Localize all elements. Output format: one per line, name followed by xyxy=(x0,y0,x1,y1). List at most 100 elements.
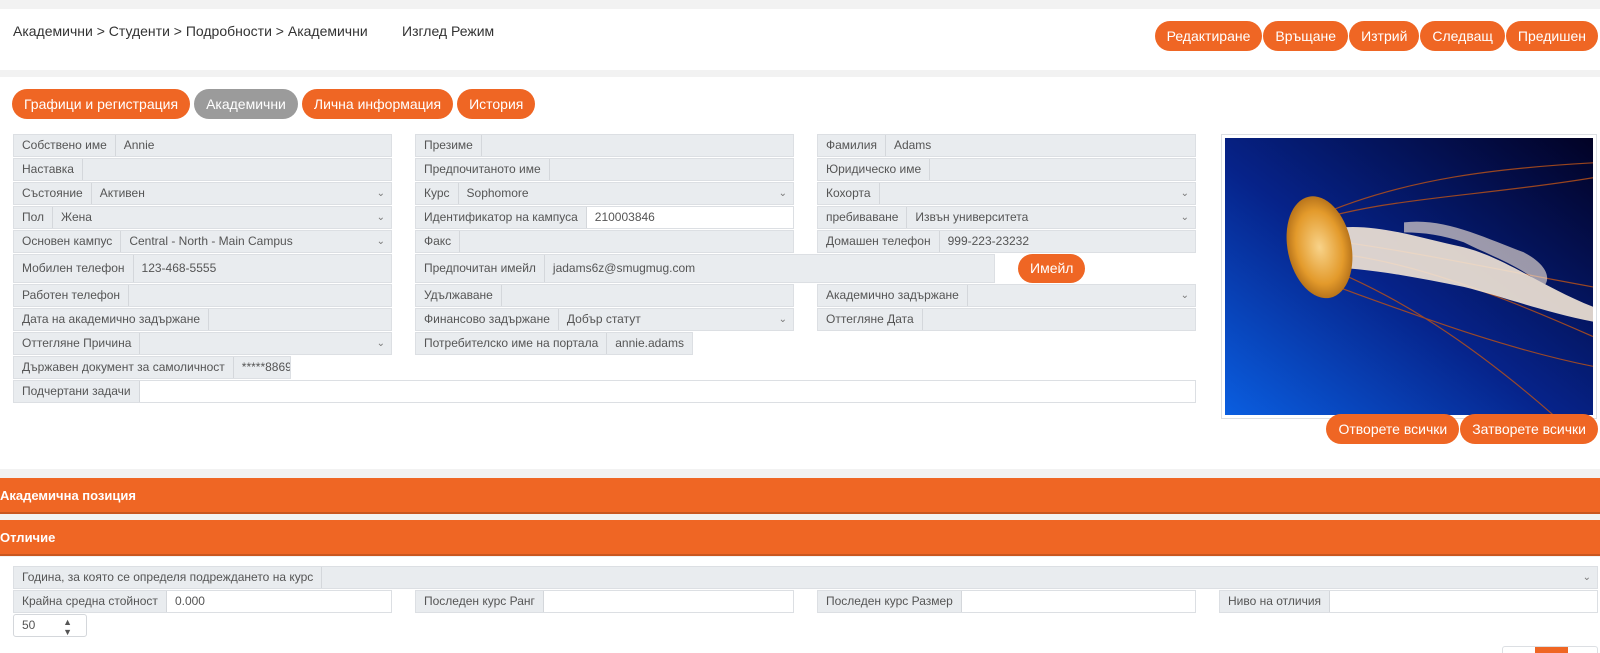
extension-field[interactable]: Удължаване xyxy=(415,284,794,307)
home-phone-value[interactable]: 999-223-23232 xyxy=(939,231,1195,252)
campus-id-field[interactable]: Идентификатор на кампуса 210003846 xyxy=(415,206,794,229)
academic-hold-date-field[interactable]: Дата на академично задържане xyxy=(13,308,392,331)
chevron-down-icon[interactable]: ⌄ xyxy=(377,333,385,354)
course-year-select[interactable]: Курс Sophomore ⌄ xyxy=(415,182,794,205)
withdraw-reason-select[interactable]: Оттегляне Причина ⌄ xyxy=(13,332,392,355)
chevron-down-icon[interactable]: ⌄ xyxy=(377,207,385,228)
residence-value[interactable]: Извън университета ⌄ xyxy=(907,207,1195,228)
withdraw-reason-value[interactable]: ⌄ xyxy=(140,333,391,354)
first-name-value[interactable]: Annie xyxy=(115,135,391,156)
portal-username-field[interactable]: Потребителско име на портала annie.adams xyxy=(415,332,693,355)
status-value[interactable]: Активен ⌄ xyxy=(91,183,391,204)
final-gpa-field[interactable]: Крайна средна стойност 0.000 xyxy=(13,590,392,613)
rank-year-select[interactable]: Година, за която се определя подрежданет… xyxy=(13,566,1598,589)
legal-name-field[interactable]: Юридическо име xyxy=(817,158,1196,181)
back-button[interactable]: Връщане xyxy=(1263,21,1349,51)
legal-name-value[interactable] xyxy=(930,159,1195,180)
pagination[interactable] xyxy=(1502,646,1598,653)
chevron-down-icon[interactable]: ⌄ xyxy=(1181,207,1189,228)
campus-select[interactable]: Основен кампус Central - North - Main Ca… xyxy=(13,230,392,253)
mobile-phone-value[interactable]: 123-468-5555 xyxy=(133,255,391,282)
chevron-down-icon[interactable]: ⌄ xyxy=(1583,567,1591,588)
flagged-tasks-field[interactable]: Подчертани задачи xyxy=(13,380,1196,403)
tab-schedules-registration[interactable]: Графици и регистрация xyxy=(12,89,191,119)
first-name-field[interactable]: Собствено име Annie xyxy=(13,134,392,157)
middle-name-field[interactable]: Презиме xyxy=(415,134,794,157)
flagged-tasks-label: Подчертани задачи xyxy=(14,381,140,402)
status-select[interactable]: Състояние Активен ⌄ xyxy=(13,182,392,205)
fax-field[interactable]: Факс xyxy=(415,230,794,253)
chevron-down-icon[interactable]: ⌄ xyxy=(377,231,385,252)
delete-button[interactable]: Изтрий xyxy=(1349,21,1420,51)
mobile-phone-label: Мобилен телефон xyxy=(14,255,134,282)
withdraw-date-value[interactable] xyxy=(922,309,1195,330)
page-size-value: 50 xyxy=(22,618,36,632)
gov-id-field[interactable]: Държавен документ за самоличност *****88… xyxy=(13,356,291,379)
page-size-stepper[interactable]: 50 ▲ ▼ xyxy=(13,614,87,637)
work-phone-value[interactable] xyxy=(129,285,391,306)
preferred-email-value[interactable]: jadams6z@smugmug.com xyxy=(544,255,994,282)
last-name-value[interactable]: Adams xyxy=(885,135,1195,156)
final-gpa-value[interactable]: 0.000 xyxy=(166,591,391,612)
expand-all-button[interactable]: Отворете всички xyxy=(1326,414,1460,444)
withdraw-date-field[interactable]: Оттегляне Дата xyxy=(817,308,1196,331)
cohort-label: Кохорта xyxy=(818,183,880,204)
pagination-active-page[interactable] xyxy=(1535,647,1568,653)
distinction-level-value[interactable] xyxy=(1330,591,1597,612)
chevron-down-icon[interactable]: ⌄ xyxy=(779,309,787,330)
preferred-name-field[interactable]: Предпочитаното име xyxy=(415,158,794,181)
breadcrumb[interactable]: Академични > Студенти > Подробности > Ак… xyxy=(13,23,368,39)
chevron-down-icon[interactable]: ⌄ xyxy=(1181,183,1189,204)
home-phone-field[interactable]: Домашен телефон 999-223-23232 xyxy=(817,230,1196,253)
up-down-arrows-icon[interactable]: ▲ ▼ xyxy=(63,615,72,637)
academic-hold-date-value[interactable] xyxy=(209,309,391,330)
middle-name-value[interactable] xyxy=(481,135,793,156)
edit-button[interactable]: Редактиране xyxy=(1154,21,1263,51)
fax-value[interactable] xyxy=(460,231,793,252)
last-size-field[interactable]: Последен курс Размер xyxy=(817,590,1196,613)
last-rank-value[interactable] xyxy=(543,591,793,612)
gender-value[interactable]: Жена ⌄ xyxy=(53,207,391,228)
last-rank-label: Последен курс Ранг xyxy=(416,591,544,612)
preferred-email-field[interactable]: Предпочитан имейл jadams6z@smugmug.com xyxy=(415,254,995,283)
campus-value[interactable]: Central - North - Main Campus ⌄ xyxy=(121,231,391,252)
residence-select[interactable]: пребиваване Извън университета ⌄ xyxy=(817,206,1196,229)
suffix-field[interactable]: Наставка xyxy=(13,158,392,181)
academic-hold-select[interactable]: Академично задържане ⌄ xyxy=(817,284,1196,307)
financial-hold-value[interactable]: Добър статут ⌄ xyxy=(558,309,793,330)
academic-hold-value[interactable]: ⌄ xyxy=(967,285,1195,306)
fax-label: Факс xyxy=(416,231,461,252)
tab-academic[interactable]: Академични xyxy=(194,89,298,119)
tab-bar: Графици и регистрация Академични Лична и… xyxy=(12,89,536,119)
last-name-field[interactable]: Фамилия Adams xyxy=(817,134,1196,157)
tab-history[interactable]: История xyxy=(457,89,536,119)
mobile-phone-field[interactable]: Мобилен телефон 123-468-5555 xyxy=(13,254,392,283)
cohort-select[interactable]: Кохорта ⌄ xyxy=(817,182,1196,205)
extension-value[interactable] xyxy=(501,285,793,306)
financial-hold-select[interactable]: Финансово задържане Добър статут ⌄ xyxy=(415,308,794,331)
section-academic-standing[interactable]: Академична позиция xyxy=(0,478,1600,514)
rank-year-value[interactable]: ⌄ xyxy=(322,567,1597,588)
chevron-down-icon[interactable]: ⌄ xyxy=(1181,285,1189,306)
section-distinction[interactable]: Отличие xyxy=(0,520,1600,556)
cohort-value[interactable]: ⌄ xyxy=(879,183,1195,204)
work-phone-field[interactable]: Работен телефон xyxy=(13,284,392,307)
collapse-all-button[interactable]: Затворете всички xyxy=(1460,414,1598,444)
course-year-value[interactable]: Sophomore ⌄ xyxy=(458,183,793,204)
flagged-tasks-value[interactable] xyxy=(139,381,1195,402)
chevron-down-icon[interactable]: ⌄ xyxy=(779,183,787,204)
last-rank-field[interactable]: Последен курс Ранг xyxy=(415,590,794,613)
portal-username-value[interactable]: annie.adams xyxy=(607,333,692,354)
chevron-down-icon[interactable]: ⌄ xyxy=(377,183,385,204)
next-button[interactable]: Следващ xyxy=(1420,21,1505,51)
email-button[interactable]: Имейл xyxy=(1018,254,1086,283)
last-size-value[interactable] xyxy=(961,591,1195,612)
campus-id-value[interactable]: 210003846 xyxy=(586,207,793,228)
preferred-name-value[interactable] xyxy=(549,159,793,180)
previous-button[interactable]: Предишен xyxy=(1505,21,1598,51)
gender-select[interactable]: Пол Жена ⌄ xyxy=(13,206,392,229)
suffix-value[interactable] xyxy=(82,159,391,180)
distinction-level-field[interactable]: Ниво на отличия xyxy=(1219,590,1598,613)
tab-personal-info[interactable]: Лична информация xyxy=(301,89,454,119)
gov-id-value[interactable]: *****8869 xyxy=(233,357,290,378)
